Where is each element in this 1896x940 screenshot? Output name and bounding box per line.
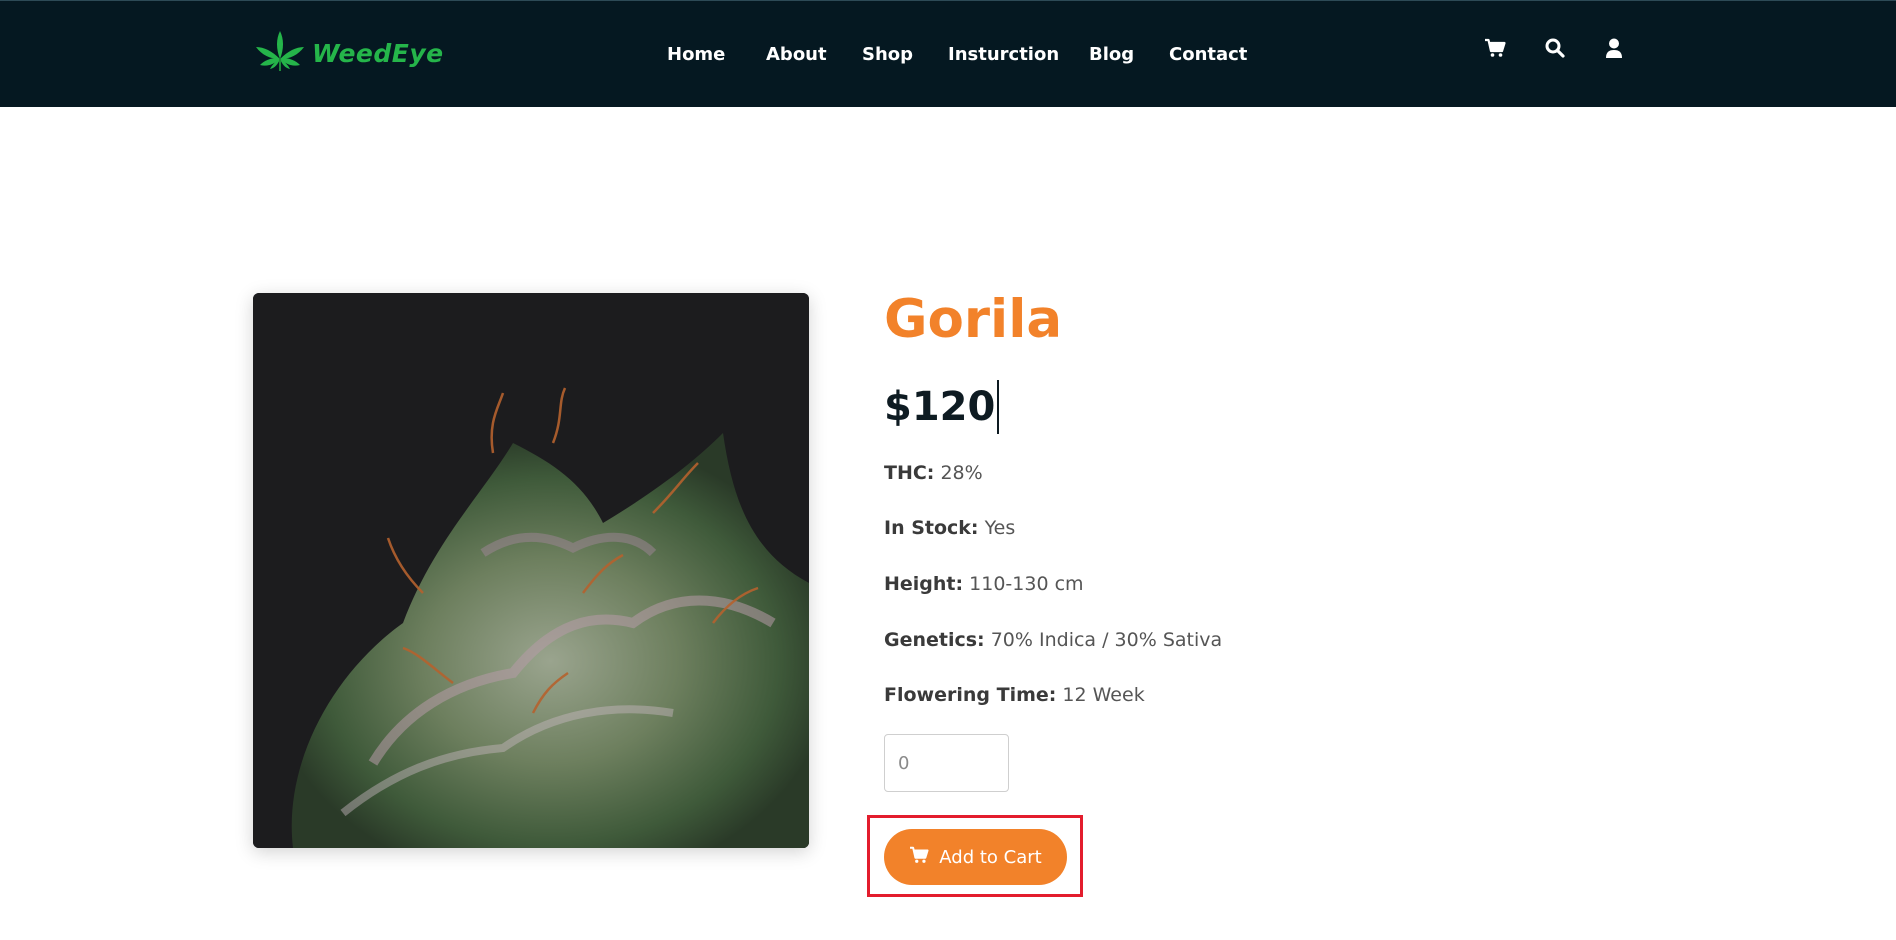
product-title: Gorila xyxy=(884,289,1063,350)
attribute-height: Height: 110-130 cm xyxy=(884,571,1084,597)
attribute-value: 70% Indica / 30% Sativa xyxy=(990,629,1223,651)
attribute-label: In Stock: xyxy=(884,517,979,539)
product-price: $120 xyxy=(884,380,1000,434)
nav-about[interactable]: About xyxy=(766,41,827,69)
nav-instruction[interactable]: Insturction xyxy=(948,41,1059,69)
product-image xyxy=(253,293,809,848)
search-icon[interactable] xyxy=(1542,35,1568,61)
quantity-input[interactable] xyxy=(884,734,1009,792)
nav-home[interactable]: Home xyxy=(667,41,725,69)
top-navbar: WeedEye Home About Shop Insturction Blog… xyxy=(0,0,1896,107)
cart-icon[interactable] xyxy=(1482,35,1508,61)
attribute-value: Yes xyxy=(984,517,1016,539)
attribute-value: 12 Week xyxy=(1062,684,1145,706)
add-to-cart-button[interactable]: Add to Cart xyxy=(884,829,1067,885)
cart-icon xyxy=(909,846,929,869)
attribute-label: THC: xyxy=(884,462,935,484)
attribute-value: 28% xyxy=(940,462,983,484)
nav-contact[interactable]: Contact xyxy=(1169,41,1247,69)
attribute-thc: THC: 28% xyxy=(884,460,983,486)
user-icon[interactable] xyxy=(1601,35,1627,61)
attribute-label: Genetics: xyxy=(884,629,985,651)
attribute-label: Height: xyxy=(884,573,964,595)
attribute-in-stock: In Stock: Yes xyxy=(884,515,1015,541)
attribute-genetics: Genetics: 70% Indica / 30% Sativa xyxy=(884,627,1222,653)
attribute-value: 110-130 cm xyxy=(969,573,1084,595)
nav-shop[interactable]: Shop xyxy=(862,41,913,69)
attribute-label: Flowering Time: xyxy=(884,684,1057,706)
attribute-flowering-time: Flowering Time: 12 Week xyxy=(884,682,1145,708)
add-to-cart-label: Add to Cart xyxy=(939,846,1042,868)
nav-blog[interactable]: Blog xyxy=(1089,41,1134,69)
